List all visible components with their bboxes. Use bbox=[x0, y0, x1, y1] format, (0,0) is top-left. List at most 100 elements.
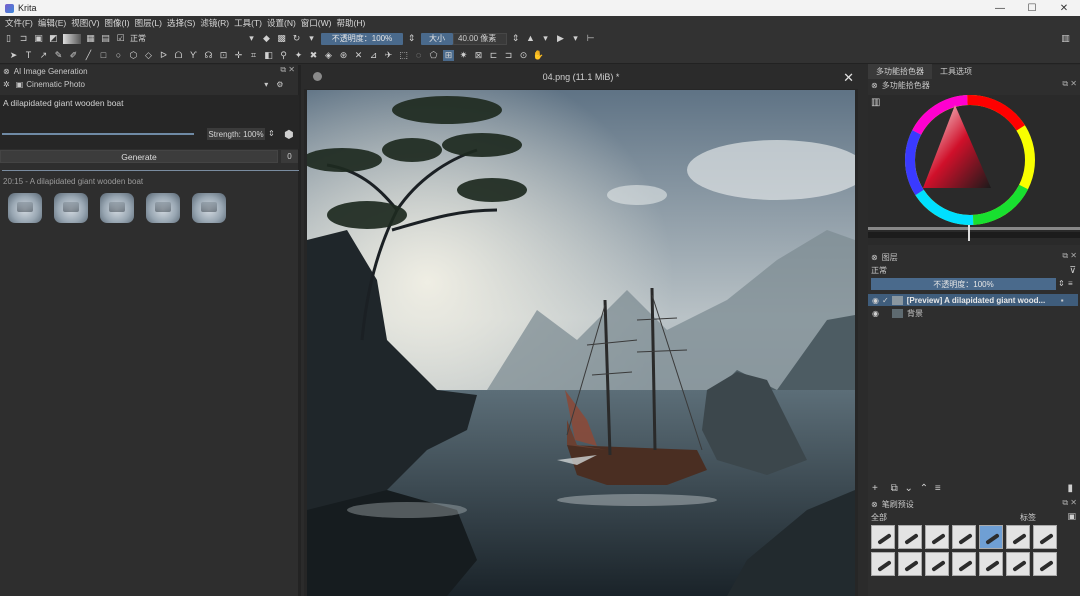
reference-tool-icon[interactable]: ✈ bbox=[383, 50, 394, 61]
brush-editor-icon[interactable]: ☑ bbox=[115, 33, 126, 44]
stepper-icon[interactable]: ⇕ bbox=[510, 33, 521, 44]
polyline-tool-icon[interactable]: ◇ bbox=[143, 50, 154, 61]
menu-settings[interactable]: 设置(N) bbox=[267, 17, 296, 29]
generate-button[interactable]: Generate bbox=[0, 150, 278, 163]
pan-tool-icon[interactable]: ✋ bbox=[533, 50, 544, 61]
docker-controls[interactable]: ⧉ ✕ bbox=[1062, 251, 1077, 261]
docker-controls[interactable]: ⧉ ✕ bbox=[1062, 498, 1077, 508]
color-swap-icon[interactable]: ◩ bbox=[48, 33, 59, 44]
stepper-icon[interactable]: ⇕ bbox=[406, 33, 417, 44]
dropdown-arrow-icon[interactable]: ▾ bbox=[570, 33, 581, 44]
history-thumbnail[interactable] bbox=[146, 193, 180, 223]
move-tool-icon[interactable]: ✛ bbox=[233, 50, 244, 61]
style-select[interactable]: Cinematic Photo bbox=[26, 80, 264, 89]
color-wheel[interactable] bbox=[868, 95, 1080, 245]
prompt-input[interactable]: A dilapidated giant wooden boat bbox=[0, 95, 299, 149]
new-document-icon[interactable]: ▯ bbox=[3, 33, 14, 44]
bezier-tool-icon[interactable]: ᐅ bbox=[158, 50, 169, 61]
size-label[interactable]: 大小 bbox=[421, 32, 453, 45]
dropdown-arrow-icon[interactable]: ▾ bbox=[264, 80, 268, 89]
layer-name[interactable]: 背景 bbox=[907, 308, 923, 319]
layer-opacity-slider[interactable]: 不透明度：100% bbox=[871, 278, 1056, 290]
move-up-icon[interactable]: ⌃ bbox=[920, 483, 928, 494]
brush-preset-tile[interactable] bbox=[1006, 552, 1030, 576]
layer-name[interactable]: [Preview] A dilapidated giant wood... bbox=[907, 296, 1057, 305]
opacity-slider[interactable]: 不透明度：100% bbox=[321, 32, 403, 45]
filter-icon[interactable]: ⊽ bbox=[1069, 265, 1076, 276]
docker-controls[interactable]: ⧉ ✕ bbox=[280, 65, 295, 75]
brush-preset-tile[interactable] bbox=[898, 552, 922, 576]
menu-layer[interactable]: 图层(L) bbox=[135, 17, 162, 29]
menu-file[interactable]: 文件(F) bbox=[5, 17, 33, 29]
strength-spinbox[interactable]: Strength: 100% bbox=[207, 128, 265, 140]
docker-close-icon[interactable]: ⊗ bbox=[871, 253, 878, 262]
open-document-icon[interactable]: ⊐ bbox=[18, 33, 29, 44]
history-thumbnail[interactable] bbox=[192, 193, 226, 223]
dynamic-brush-icon[interactable]: ϒ bbox=[188, 50, 199, 61]
assistant-tool-icon[interactable]: ✕ bbox=[353, 50, 364, 61]
mirror-horizontal-icon[interactable]: ▲ bbox=[525, 33, 536, 44]
visibility-eye-icon[interactable]: ◉ bbox=[872, 296, 879, 305]
freehand-path-icon[interactable]: ᗝ bbox=[173, 50, 184, 61]
contiguous-select-icon[interactable]: ✷ bbox=[458, 50, 469, 61]
menu-image[interactable]: 图像(I) bbox=[105, 17, 130, 29]
ellipse-select-icon[interactable]: ◌ bbox=[413, 50, 424, 61]
layer-lock-icon[interactable]: ▪ bbox=[1061, 296, 1064, 305]
history-thumbnail[interactable] bbox=[54, 193, 88, 223]
menu-edit[interactable]: 编辑(E) bbox=[38, 17, 66, 29]
brush-preset-tile[interactable] bbox=[1006, 525, 1030, 549]
colorize-mask-icon[interactable]: ✦ bbox=[293, 50, 304, 61]
color-selector[interactable]: ▥ bbox=[868, 95, 1080, 245]
preserve-alpha-icon[interactable]: ▩ bbox=[276, 33, 287, 44]
layer-properties-icon[interactable]: ≡ bbox=[935, 483, 941, 494]
brush-preset-tile[interactable] bbox=[952, 525, 976, 549]
polygon-tool-icon[interactable]: ⬡ bbox=[128, 50, 139, 61]
freehand-select-icon[interactable]: ⊞ bbox=[443, 49, 454, 61]
rectangle-tool-icon[interactable]: □ bbox=[98, 50, 109, 61]
menu-filter[interactable]: 滤镜(R) bbox=[200, 17, 229, 29]
delete-layer-icon[interactable]: ▮ bbox=[1067, 483, 1073, 494]
brush-tag-select[interactable]: 标签 bbox=[1020, 512, 1060, 523]
layer-check-icon[interactable]: ✓ bbox=[882, 296, 889, 305]
eraser-icon[interactable]: ◆ bbox=[261, 33, 272, 44]
polygon-select-icon[interactable]: ⬠ bbox=[428, 50, 439, 61]
ellipse-tool-icon[interactable]: ○ bbox=[113, 50, 124, 61]
layer-blend-mode-select[interactable]: 正常 bbox=[871, 265, 1061, 276]
workspace-icon[interactable]: ▥ bbox=[1060, 33, 1071, 44]
rect-select-icon[interactable]: ⬚ bbox=[398, 50, 409, 61]
gradient-tool-icon[interactable]: ◧ bbox=[263, 50, 274, 61]
bezier-select-icon[interactable]: ⊏ bbox=[488, 50, 499, 61]
canvas-scrollbar[interactable] bbox=[862, 84, 866, 596]
multibrush-icon[interactable]: ☊ bbox=[203, 50, 214, 61]
docker-close-icon[interactable]: ⊗ bbox=[871, 81, 878, 90]
settings-wand-icon[interactable]: ✲ bbox=[3, 80, 10, 89]
color-settings-icon[interactable]: ▥ bbox=[871, 97, 880, 108]
text-tool-icon[interactable]: T bbox=[23, 50, 34, 61]
brush-filter-select[interactable]: 全部 bbox=[871, 512, 1011, 523]
transform-tool-icon[interactable]: ⊡ bbox=[218, 50, 229, 61]
color-picker-icon[interactable]: ⚲ bbox=[278, 50, 289, 61]
tab-tool-options[interactable]: 工具选项 bbox=[932, 64, 980, 79]
history-thumbnail[interactable] bbox=[100, 193, 134, 223]
move-down-icon[interactable]: ⌄ bbox=[905, 483, 913, 494]
line-tool-icon[interactable]: ╱ bbox=[83, 50, 94, 61]
freehand-brush-icon[interactable]: ✐ bbox=[68, 50, 79, 61]
brush-view-icon[interactable]: ▣ bbox=[1067, 511, 1076, 522]
tab-color-selector[interactable]: 多功能拾色器 bbox=[868, 64, 932, 79]
wrap-around-icon[interactable]: ⊢ bbox=[585, 33, 596, 44]
magnetic-select-icon[interactable]: ⊐ bbox=[503, 50, 514, 61]
dropdown-arrow-icon[interactable]: ▾ bbox=[246, 33, 257, 44]
save-document-icon[interactable]: ▣ bbox=[33, 33, 44, 44]
brush-preset-tile[interactable] bbox=[925, 525, 949, 549]
reload-icon[interactable]: ↻ bbox=[291, 33, 302, 44]
add-layer-icon[interactable]: + bbox=[872, 483, 878, 494]
layer-row-background[interactable]: ◉ 背景 bbox=[868, 307, 1078, 319]
brush-preset-tile[interactable] bbox=[925, 552, 949, 576]
menu-window[interactable]: 窗口(W) bbox=[301, 17, 332, 29]
edit-shapes-icon[interactable]: ↗ bbox=[38, 50, 49, 61]
enclose-fill-icon[interactable]: ⊛ bbox=[338, 50, 349, 61]
history-thumbnail[interactable] bbox=[8, 193, 42, 223]
brush-preset-tile[interactable] bbox=[871, 525, 895, 549]
brush-preset-tile-selected[interactable] bbox=[979, 525, 1003, 549]
menu-help[interactable]: 帮助(H) bbox=[336, 17, 365, 29]
